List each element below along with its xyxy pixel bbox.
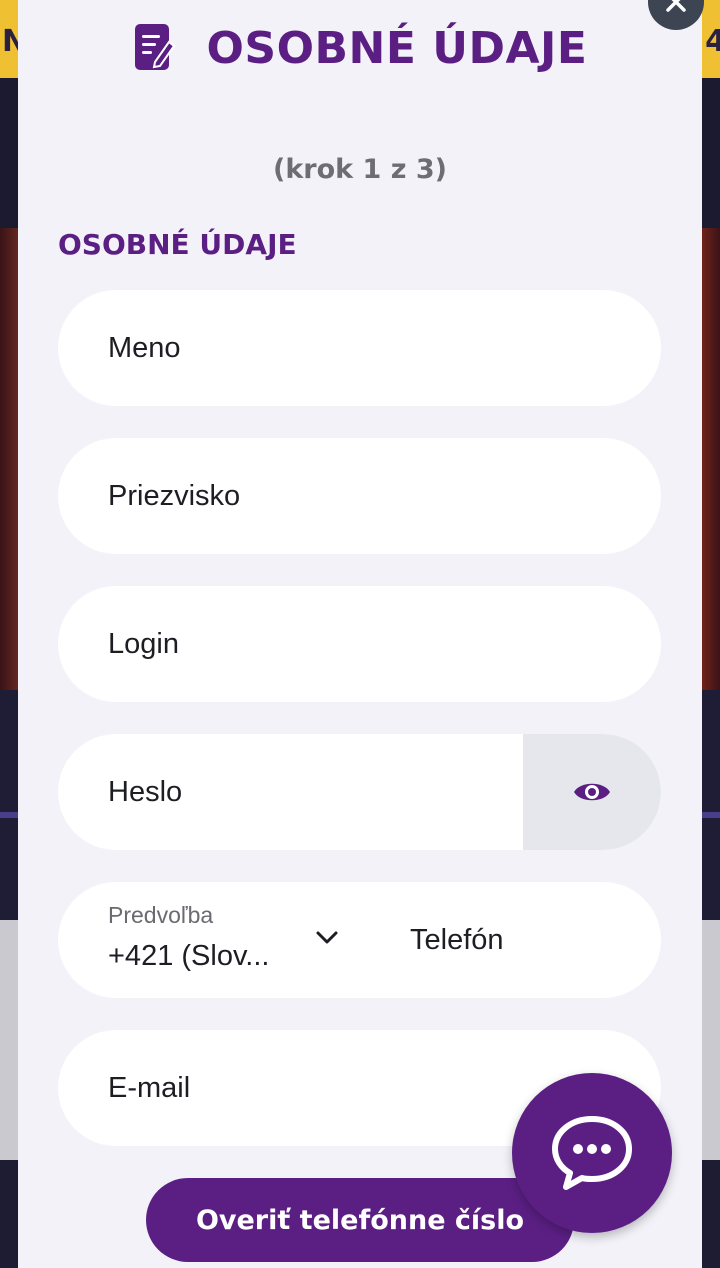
step-indicator: (krok 1 z 3) <box>273 154 447 185</box>
login-placeholder: Login <box>108 628 179 660</box>
first-name-field[interactable]: Meno <box>58 290 661 406</box>
background-topbar-right-text: 4 <box>705 24 720 59</box>
toggle-password-visibility-button[interactable] <box>523 734 661 850</box>
modal-title: OSOBNÉ ÚDAJE <box>206 22 588 74</box>
last-name-field[interactable]: Priezvisko <box>58 438 661 554</box>
phone-input[interactable]: Telefón <box>410 882 504 998</box>
prefix-label: Predvoľba <box>108 902 214 928</box>
email-placeholder: E-mail <box>108 1072 191 1104</box>
section-title: OSOBNÉ ÚDAJE <box>58 228 297 261</box>
chat-bubble-icon <box>552 1116 632 1190</box>
eye-icon <box>574 783 610 801</box>
login-field[interactable]: Login <box>58 586 661 702</box>
password-field[interactable]: Heslo <box>58 734 661 850</box>
verify-phone-button[interactable]: Overiť telefónne číslo <box>146 1178 574 1262</box>
modal-header: OSOBNÉ ÚDAJE <box>18 18 702 78</box>
close-icon <box>666 0 686 12</box>
last-name-placeholder: Priezvisko <box>108 480 241 512</box>
phone-row: Predvoľba +421 (Slov... Telefón <box>58 882 661 998</box>
chevron-down-icon <box>316 931 338 944</box>
first-name-placeholder: Meno <box>108 332 181 364</box>
password-placeholder: Heslo <box>108 776 183 808</box>
chat-button[interactable] <box>512 1073 672 1233</box>
document-edit-icon <box>134 24 175 70</box>
prefix-value: +421 (Slov... <box>108 940 270 972</box>
